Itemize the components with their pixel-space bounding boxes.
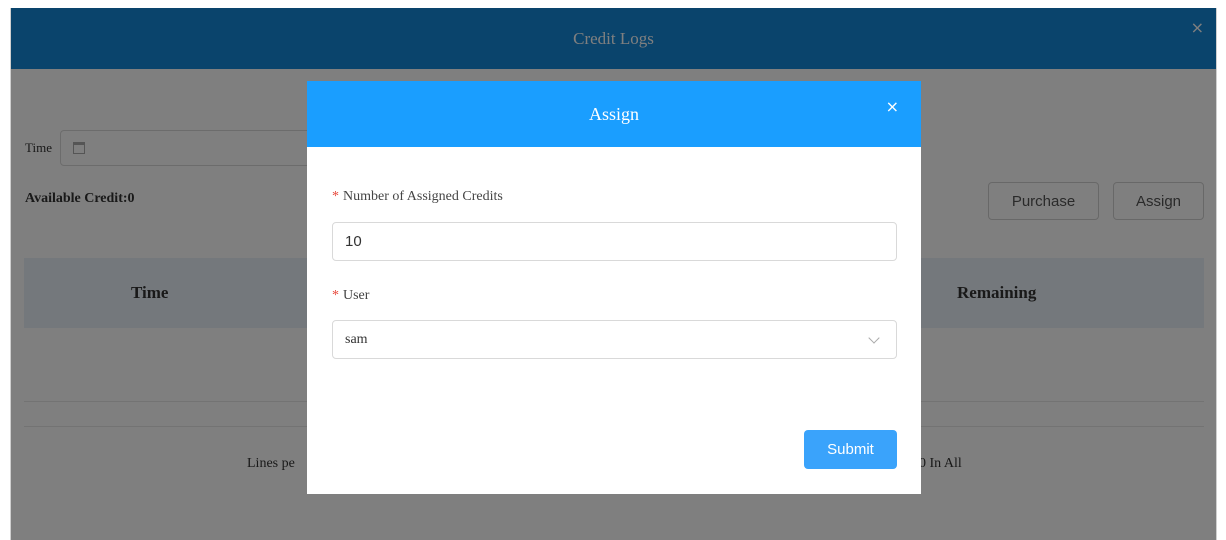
assign-dialog: Assign × * Number of Assigned Credits * Us… [307,81,921,494]
dialog-close-icon[interactable]: × [886,97,899,116]
credits-label-text: Number of Assigned Credits [343,189,503,204]
credits-field-label: * Number of Assigned Credits [332,189,503,205]
user-select[interactable]: sam [332,320,897,359]
user-label-text: User [343,288,370,303]
required-mark: * [332,189,339,204]
assigned-credits-input[interactable] [332,222,897,261]
chevron-down-icon [868,331,880,344]
user-select-value: sam [345,331,368,347]
required-mark: * [332,288,339,303]
dialog-header: Assign × [307,81,921,147]
user-field-label: * User [332,288,369,304]
credit-logs-window: Credit Logs × Time Available Credit:0 Pu… [10,8,1217,540]
dialog-title: Assign [588,103,639,124]
submit-button[interactable]: Submit [804,430,897,469]
